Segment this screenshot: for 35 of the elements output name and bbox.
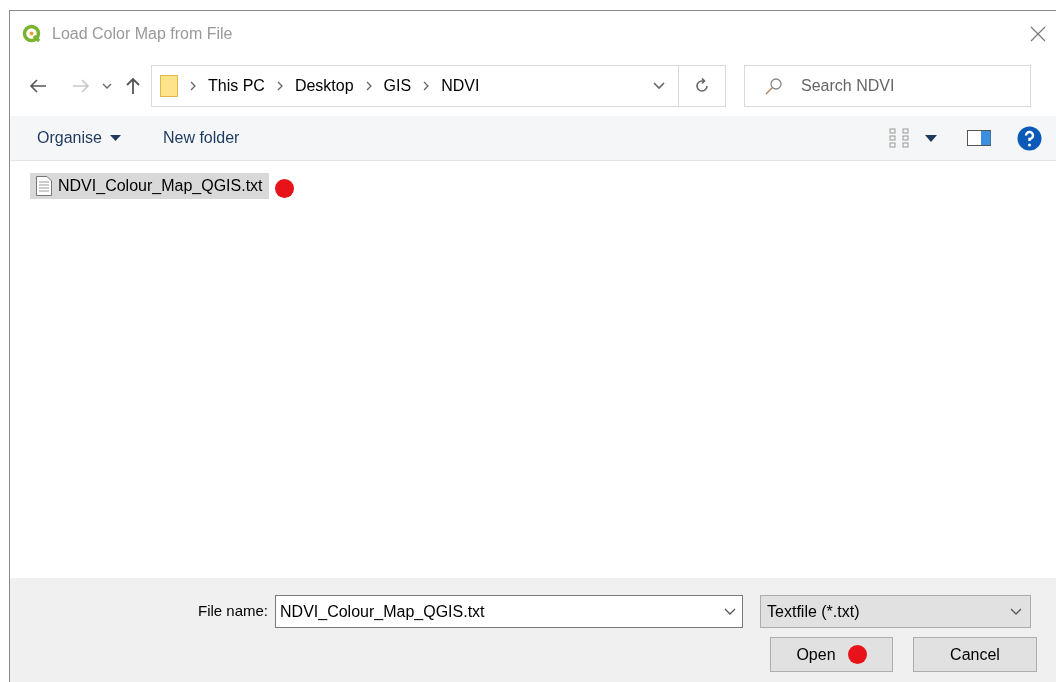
caret-down-icon xyxy=(109,135,121,141)
chevron-down-icon xyxy=(653,82,665,90)
preview-pane-icon[interactable] xyxy=(967,130,991,146)
app-logo-icon xyxy=(22,23,42,44)
file-name-label: File name: xyxy=(198,601,269,622)
up-arrow-icon[interactable] xyxy=(125,77,141,95)
chevron-right-icon xyxy=(276,81,283,91)
cancel-button[interactable]: Cancel xyxy=(913,637,1037,672)
refresh-icon xyxy=(694,78,710,94)
file-type-dropdown[interactable]: Textfile (*.txt) xyxy=(760,595,1032,628)
help-icon[interactable] xyxy=(1017,125,1042,151)
chevron-down-icon xyxy=(1010,607,1023,616)
chevron-right-icon xyxy=(365,81,372,91)
caret-down-icon[interactable] xyxy=(925,134,937,142)
window-title: Load Color Map from File xyxy=(52,23,233,44)
folder-icon xyxy=(160,75,178,97)
file-name-field[interactable]: NDVI_Colour_Map_QGIS.txt xyxy=(275,595,744,628)
search-icon xyxy=(765,77,783,95)
chevron-down-icon[interactable] xyxy=(102,83,112,89)
breadcrumb-item[interactable]: This PC xyxy=(208,74,265,98)
text-file-icon xyxy=(36,176,52,196)
breadcrumb-item[interactable]: NDVI xyxy=(441,74,480,98)
breadcrumb-item[interactable]: Desktop xyxy=(294,74,354,98)
search-field[interactable]: Search NDVI xyxy=(744,65,1031,107)
chevron-down-icon xyxy=(724,607,737,616)
breadcrumb-item[interactable]: GIS xyxy=(383,74,412,98)
open-button[interactable]: Open xyxy=(770,637,893,672)
chevron-right-icon xyxy=(423,81,430,91)
address-bar[interactable]: This PC Desktop GIS NDVI xyxy=(151,65,726,107)
organise-menu[interactable]: Organise xyxy=(37,126,121,150)
file-item[interactable]: NDVI_Colour_Map_QGIS.txt xyxy=(30,173,269,199)
back-arrow-icon[interactable] xyxy=(29,79,47,93)
chevron-right-icon xyxy=(190,81,196,91)
close-icon[interactable] xyxy=(1030,25,1046,42)
new-folder-button[interactable]: New folder xyxy=(162,126,240,150)
